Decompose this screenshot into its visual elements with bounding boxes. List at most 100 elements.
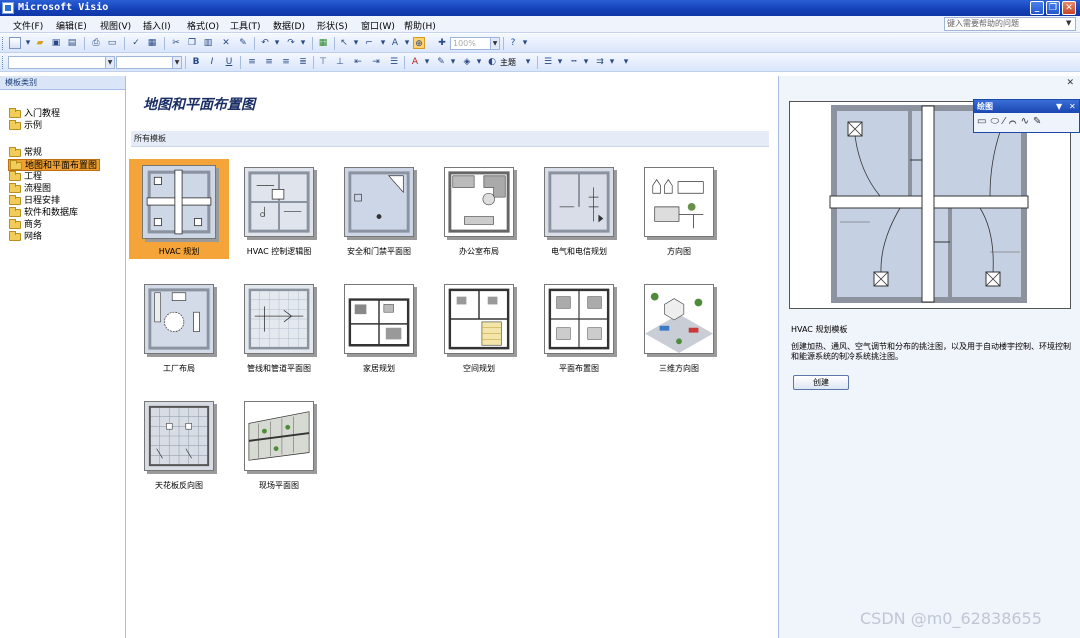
pan-zoom-icon[interactable]: ⊕ [413,37,425,49]
chevron-down-icon[interactable]: ▼ [105,57,114,68]
print-preview-icon[interactable]: ▭ [106,37,118,49]
template-3d-directional-map[interactable]: 三维方向图 [629,276,729,376]
bold-icon[interactable]: B [190,56,202,68]
redo-icon[interactable]: ↷ [285,37,297,49]
fill-color-icon[interactable]: ◈ [461,56,473,68]
zoom-in-icon[interactable]: ✚ [436,37,448,49]
template-reflected-ceiling[interactable]: 天花板反向图 [129,393,229,493]
visio-app-icon[interactable] [2,2,14,14]
underline-icon[interactable]: U [223,56,235,68]
chevron-down-icon[interactable]: ▼ [172,57,181,68]
category-item[interactable]: 入门教程 [8,108,60,120]
align-center-icon[interactable]: ≡ [263,56,275,68]
shapes-icon[interactable]: ▦ [317,37,329,49]
ellipse-icon[interactable]: ⬭ [990,116,1003,127]
theme-label[interactable]: 主题 [500,57,516,68]
menu-window[interactable]: 窗口(W) [361,19,395,32]
template-floor-plan[interactable]: 平面布置图 [529,276,629,376]
category-item[interactable]: 流程图 [8,183,51,195]
chevron-down-icon[interactable]: ▾ [519,37,531,49]
menu-help[interactable]: 帮助(H) [404,19,436,32]
toolbar-grip[interactable] [2,37,5,50]
chevron-down-icon[interactable]: ▾ [554,56,566,68]
menu-view[interactable]: 视图(V) [100,19,131,32]
chevron-down-icon[interactable]: ▾ [22,37,34,49]
help-icon[interactable]: ? [507,37,519,49]
close-icon[interactable]: ✕ [1069,100,1076,113]
copy-icon[interactable]: ❐ [186,37,198,49]
template-hvac-control-logic[interactable]: HVAC 控制逻辑图 [229,159,329,259]
open-folder-icon[interactable]: ▰ [34,37,46,49]
permission-icon[interactable]: ▤ [66,37,78,49]
chevron-down-icon[interactable]: ▾ [606,56,618,68]
category-item[interactable]: 示例 [8,120,42,132]
freeform-icon[interactable]: ∿ [1021,116,1033,127]
category-item[interactable]: 商务 [8,219,42,231]
undo-icon[interactable]: ↶ [259,37,271,49]
align-top-icon[interactable]: ⊤ [317,56,329,68]
text-tool-icon[interactable]: A [389,37,401,49]
decrease-indent-icon[interactable]: ⇤ [352,56,364,68]
pencil-icon[interactable]: ✎ [1033,116,1045,127]
chevron-down-icon[interactable]: ▼ [1056,100,1062,113]
font-color-icon[interactable]: A [409,56,421,68]
template-piping-plan[interactable]: 管线和管道平面图 [229,276,329,376]
align-middle-icon[interactable]: ⊥ [334,56,346,68]
help-search-input[interactable]: 键入需要帮助的问题 [944,17,1076,31]
template-factory-layout[interactable]: 工厂布局 [129,276,229,376]
category-item-selected[interactable]: 地图和平面布置图 [8,159,101,171]
template-office-layout[interactable]: 办公室布局 [429,159,529,259]
line-pattern-icon[interactable]: ┅ [568,56,580,68]
print-icon[interactable]: ⎙ [90,37,102,49]
category-item[interactable]: 常规 [8,147,42,159]
increase-indent-icon[interactable]: ⇥ [370,56,382,68]
menu-insert[interactable]: 插入(I) [143,19,171,32]
cut-icon[interactable]: ✂ [170,37,182,49]
font-select[interactable]: ▼ [116,56,182,69]
align-right-icon[interactable]: ≡ [280,56,292,68]
line-color-icon[interactable]: ✎ [435,56,447,68]
menu-edit[interactable]: 编辑(E) [56,19,87,32]
chevron-down-icon[interactable]: ▾ [271,37,283,49]
template-site-plan[interactable]: 现场平面图 [229,393,329,493]
menu-file[interactable]: 文件(F) [13,19,43,32]
italic-icon[interactable]: I [206,56,218,68]
chevron-down-icon[interactable]: ▾ [350,37,362,49]
new-icon[interactable] [9,37,21,49]
arc-icon[interactable]: ⌒ [1009,116,1021,127]
spelling-icon[interactable]: ✓ [130,37,142,49]
line-weight-icon[interactable]: ☰ [542,56,554,68]
maximize-button[interactable]: ❐ [1046,1,1060,15]
chevron-down-icon[interactable]: ▾ [377,37,389,49]
category-item[interactable]: 日程安排 [8,195,60,207]
rectangle-icon[interactable]: ▭ [977,116,990,127]
chevron-down-icon[interactable]: ▾ [447,56,459,68]
category-item[interactable]: 工程 [8,171,42,183]
chevron-down-icon[interactable]: ▾ [297,37,309,49]
menu-shape[interactable]: 形状(S) [317,19,348,32]
delete-icon[interactable]: ✕ [220,37,232,49]
drawing-toolbar[interactable]: 绘图 ▼ ✕ ▭⬭⁄⌒∿✎ [973,99,1080,133]
menu-format[interactable]: 格式(O) [187,19,219,32]
pointer-tool-icon[interactable]: ↖ [338,37,350,49]
research-icon[interactable]: ▦ [146,37,158,49]
chevron-down-icon[interactable]: ▾ [473,56,485,68]
paste-icon[interactable]: ▥ [202,37,214,49]
chevron-down-icon[interactable]: ▾ [580,56,592,68]
menu-tools[interactable]: 工具(T) [230,19,261,32]
chevron-down-icon[interactable]: ▾ [620,56,632,68]
close-icon[interactable]: ✕ [1066,78,1074,88]
line-ends-icon[interactable]: ⇉ [594,56,606,68]
chevron-down-icon[interactable]: ▾ [401,37,413,49]
format-painter-icon[interactable]: ✎ [237,37,249,49]
toolbar-grip[interactable] [2,56,5,69]
chevron-down-icon[interactable]: ▼ [490,38,499,49]
create-button[interactable]: 创建 [793,375,849,390]
close-button[interactable]: ✕ [1062,1,1076,15]
line-spacing-icon[interactable]: ☰ [388,56,400,68]
style-select[interactable]: ▼ [8,56,115,69]
template-security-access[interactable]: 安全和门禁平面图 [329,159,429,259]
template-space-plan[interactable]: 空间规划 [429,276,529,376]
template-directional-map[interactable]: 方向图 [629,159,729,259]
chevron-down-icon[interactable]: ▾ [421,56,433,68]
